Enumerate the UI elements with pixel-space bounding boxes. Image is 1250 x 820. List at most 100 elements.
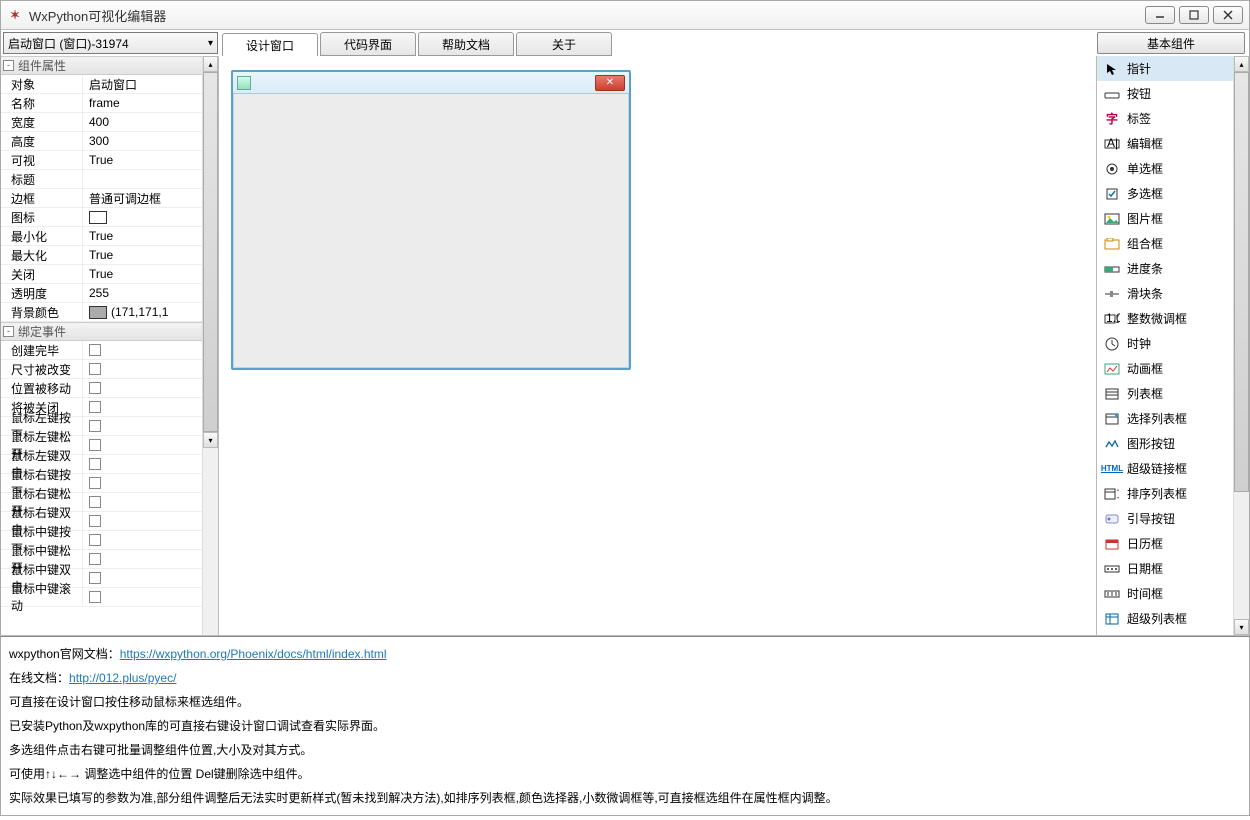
event-checkbox-cell[interactable] — [83, 550, 202, 568]
checkbox[interactable] — [89, 401, 101, 413]
property-row[interactable]: 对象启动窗口 — [1, 75, 202, 94]
checkbox[interactable] — [89, 439, 101, 451]
tool-label[interactable]: 字标签 — [1097, 106, 1233, 131]
property-value[interactable]: 400 — [83, 113, 202, 131]
property-value[interactable]: True — [83, 151, 202, 169]
event-checkbox-cell[interactable] — [83, 474, 202, 492]
checkbox[interactable] — [89, 515, 101, 527]
event-checkbox-cell[interactable] — [83, 436, 202, 454]
tool-progress[interactable]: 进度条 — [1097, 256, 1233, 281]
docs-link[interactable]: https://wxpython.org/Phoenix/docs/html/i… — [120, 647, 387, 661]
event-checkbox-cell[interactable] — [83, 493, 202, 511]
property-row[interactable]: 最大化True — [1, 246, 202, 265]
checkbox[interactable] — [89, 458, 101, 470]
scroll-down-icon[interactable]: ▾ — [203, 432, 218, 448]
window-selector[interactable]: 启动窗口 (窗口)-31974 ▾ — [3, 32, 218, 54]
minimize-button[interactable] — [1145, 6, 1175, 24]
property-value[interactable]: 普通可调边框 — [83, 189, 202, 207]
event-row[interactable]: 创建完毕 — [1, 341, 202, 360]
tool-spin[interactable]: 1.0整数微调框 — [1097, 306, 1233, 331]
checkbox[interactable] — [89, 591, 101, 603]
property-value[interactable]: True — [83, 246, 202, 264]
online-docs-link[interactable]: http://012.plus/pyec/ — [69, 671, 176, 685]
checkbox[interactable] — [89, 382, 101, 394]
event-checkbox-cell[interactable] — [83, 341, 202, 359]
property-value[interactable] — [83, 170, 202, 188]
toolbox-scrollbar[interactable]: ▴ ▾ — [1233, 56, 1249, 635]
scrollbar-thumb[interactable] — [203, 72, 218, 432]
property-value[interactable]: True — [83, 227, 202, 245]
property-row[interactable]: 透明度255 — [1, 284, 202, 303]
property-row[interactable]: 图标 — [1, 208, 202, 227]
property-value[interactable]: (171,171,1 — [83, 303, 202, 321]
tool-clock[interactable]: 时钟 — [1097, 331, 1233, 356]
event-checkbox-cell[interactable] — [83, 588, 202, 606]
property-panel-scrollbar[interactable]: ▴ ▾ — [202, 56, 218, 635]
scroll-up-icon[interactable]: ▴ — [1234, 56, 1249, 72]
tool-image[interactable]: 图片框 — [1097, 206, 1233, 231]
design-canvas[interactable]: ✕ — [219, 56, 1097, 635]
tool-sortlist[interactable]: 排序列表框 — [1097, 481, 1233, 506]
property-row[interactable]: 宽度400 — [1, 113, 202, 132]
property-row[interactable]: 背景颜色(171,171,1 — [1, 303, 202, 322]
checkbox[interactable] — [89, 572, 101, 584]
tool-time[interactable]: 时间框 — [1097, 581, 1233, 606]
tool-imgbtn[interactable]: 图形按钮 — [1097, 431, 1233, 456]
close-button[interactable] — [1213, 6, 1243, 24]
tool-button[interactable]: 按钮 — [1097, 81, 1233, 106]
event-checkbox-cell[interactable] — [83, 569, 202, 587]
tool-superlist[interactable]: 超级列表框 — [1097, 606, 1233, 631]
event-checkbox-cell[interactable] — [83, 398, 202, 416]
event-checkbox-cell[interactable] — [83, 417, 202, 435]
event-checkbox-cell[interactable] — [83, 360, 202, 378]
tab-2[interactable]: 帮助文档 — [418, 32, 514, 56]
tool-radio[interactable]: 单选框 — [1097, 156, 1233, 181]
tool-list[interactable]: 列表框 — [1097, 381, 1233, 406]
property-row[interactable]: 最小化True — [1, 227, 202, 246]
basic-components-button[interactable]: 基本组件 — [1097, 32, 1245, 54]
property-row[interactable]: 名称frame — [1, 94, 202, 113]
tool-choice[interactable]: 选择列表框 — [1097, 406, 1233, 431]
checkbox[interactable] — [89, 344, 101, 356]
scrollbar-thumb[interactable] — [1234, 72, 1249, 492]
design-frame-preview[interactable]: ✕ — [231, 70, 631, 370]
event-row[interactable]: 尺寸被改变 — [1, 360, 202, 379]
section-header[interactable]: -组件属性 — [1, 56, 202, 75]
scroll-down-icon[interactable]: ▾ — [1234, 619, 1249, 635]
tool-pointer[interactable]: 指针 — [1097, 56, 1233, 81]
tab-0[interactable]: 设计窗口 — [222, 33, 318, 57]
tool-group[interactable]: 组合框 — [1097, 231, 1233, 256]
property-value[interactable]: True — [83, 265, 202, 283]
property-value[interactable] — [83, 208, 202, 226]
tool-guidebtn[interactable]: 引导按钮 — [1097, 506, 1233, 531]
event-checkbox-cell[interactable] — [83, 379, 202, 397]
maximize-button[interactable] — [1179, 6, 1209, 24]
checkbox[interactable] — [89, 534, 101, 546]
tool-anim[interactable]: 动画框 — [1097, 356, 1233, 381]
event-checkbox-cell[interactable] — [83, 531, 202, 549]
property-value[interactable]: 255 — [83, 284, 202, 302]
tab-1[interactable]: 代码界面 — [320, 32, 416, 56]
scroll-up-icon[interactable]: ▴ — [203, 56, 218, 72]
property-row[interactable]: 边框普通可调边框 — [1, 189, 202, 208]
collapse-icon[interactable]: - — [3, 60, 14, 71]
property-row[interactable]: 可视True — [1, 151, 202, 170]
checkbox[interactable] — [89, 496, 101, 508]
tab-3[interactable]: 关于 — [516, 32, 612, 56]
property-row[interactable]: 标题 — [1, 170, 202, 189]
section-header[interactable]: -绑定事件 — [1, 322, 202, 341]
frame-close-button[interactable]: ✕ — [595, 75, 625, 91]
collapse-icon[interactable]: - — [3, 326, 14, 337]
tool-hyperlink[interactable]: HTML超级链接框 — [1097, 456, 1233, 481]
tool-date[interactable]: 日期框 — [1097, 556, 1233, 581]
checkbox[interactable] — [89, 363, 101, 375]
property-value[interactable]: 300 — [83, 132, 202, 150]
tool-calendar[interactable]: 日历框 — [1097, 531, 1233, 556]
checkbox[interactable] — [89, 477, 101, 489]
tool-slider[interactable]: 滑块条 — [1097, 281, 1233, 306]
event-checkbox-cell[interactable] — [83, 455, 202, 473]
property-value[interactable]: 启动窗口 — [83, 75, 202, 93]
property-row[interactable]: 高度300 — [1, 132, 202, 151]
checkbox[interactable] — [89, 420, 101, 432]
event-checkbox-cell[interactable] — [83, 512, 202, 530]
